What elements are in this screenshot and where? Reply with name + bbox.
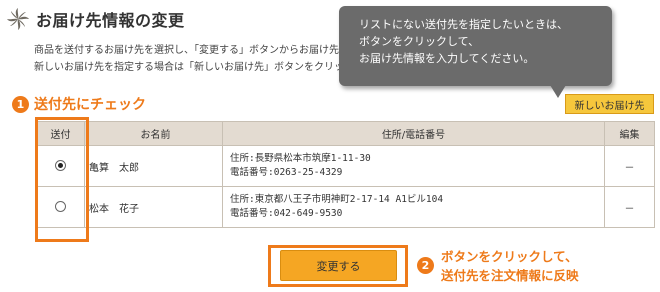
help-tooltip: リストにない送付先を指定したいときは、 ボタンをクリックして、 お届け先情報を入…: [339, 6, 612, 98]
step-2-line-1: ボタンをクリックして、: [441, 249, 578, 264]
step-2-text: ボタンをクリックして、 送付先を注文情報に反映: [441, 247, 579, 285]
tooltip-line-2: ボタンをクリックして、: [359, 35, 480, 48]
pinwheel-icon: [7, 8, 29, 30]
tooltip-line-1: リストにない送付先を指定したいときは、: [359, 18, 568, 31]
phone-text: 電話番号:0263-25-4329: [230, 167, 343, 178]
edit-cell: －: [604, 145, 655, 187]
step-1-annotation: 1 送付先にチェック: [12, 94, 146, 114]
recipient-name: 亀算 太郎: [84, 145, 223, 187]
edit-cell: －: [604, 186, 655, 228]
radio-column-highlight: [35, 117, 89, 242]
header-edit: 編集: [604, 121, 655, 146]
address-text: 住所:長野県松本市筑摩1-11-30: [230, 153, 371, 164]
step-2-annotation: 2 ボタンをクリックして、 送付先を注文情報に反映: [417, 247, 579, 285]
change-button[interactable]: 変更する: [280, 250, 397, 281]
address-cell: 住所:長野県松本市筑摩1-11-30 電話番号:0263-25-4329: [222, 145, 605, 187]
new-address-button[interactable]: 新しいお届け先: [565, 94, 654, 114]
step-2-badge: 2: [417, 257, 434, 274]
address-table: 送付 お名前 住所/電話番号 編集 亀算 太郎 住所:長野県松本市筑摩1-11-…: [36, 121, 655, 228]
step-1-text: 送付先にチェック: [34, 97, 146, 113]
page-description: 商品を送付するお届け先を選択し、「変更する」ボタンからお届け先を注 新しいお届け…: [34, 42, 364, 76]
address-cell: 住所:東京都八王子市明神町2-17-14 A1ビル104 電話番号:042-64…: [222, 186, 605, 228]
description-line-1: 商品を送付するお届け先を選択し、「変更する」ボタンからお届け先を注: [34, 45, 359, 56]
tooltip-line-3: お届け先情報を入力してください。: [359, 52, 535, 65]
phone-text: 電話番号:042-649-9530: [230, 208, 343, 219]
table-row: 松本 花子 住所:東京都八王子市明神町2-17-14 A1ビル104 電話番号:…: [36, 186, 655, 228]
table-row: 亀算 太郎 住所:長野県松本市筑摩1-11-30 電話番号:0263-25-43…: [36, 145, 655, 187]
step-1-badge: 1: [12, 95, 29, 113]
description-line-2: 新しいお届け先を指定する場合は「新しいお届け先」ボタンをクリックし: [34, 62, 364, 73]
header-name: お名前: [84, 121, 223, 146]
address-text: 住所:東京都八王子市明神町2-17-14 A1ビル104: [230, 194, 444, 205]
header-address: 住所/電話番号: [222, 121, 605, 146]
step-2-line-2: 送付先を注文情報に反映: [441, 268, 579, 283]
page-header: お届け先情報の変更: [6, 6, 185, 32]
table-header-row: 送付 お名前 住所/電話番号 編集: [36, 121, 655, 146]
tooltip-tail: [550, 85, 566, 98]
page-title: お届け先情報の変更: [36, 11, 185, 30]
recipient-name: 松本 花子: [84, 186, 223, 228]
